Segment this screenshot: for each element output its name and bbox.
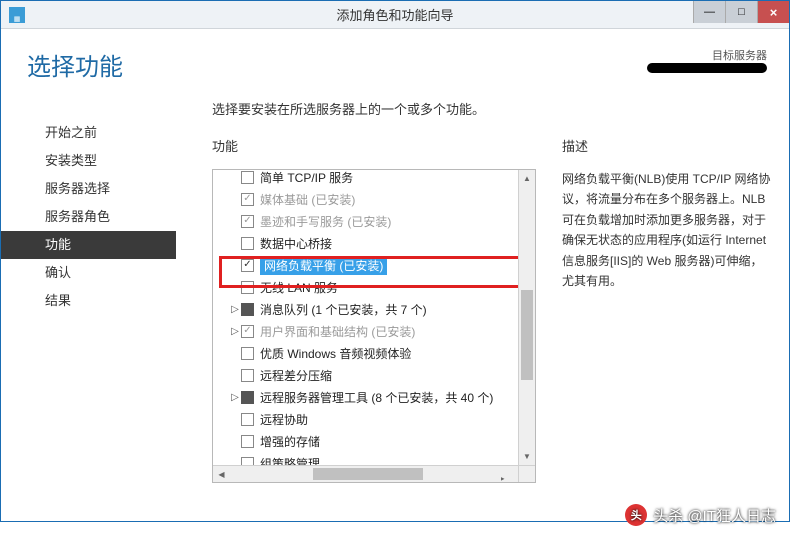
window-title: 添加角色和功能向导	[336, 5, 453, 24]
feature-label: 消息队列 (1 个已安装，共 7 个)	[260, 301, 427, 318]
vertical-scrollbar[interactable]: ▲ ▼	[518, 170, 535, 465]
expander-icon[interactable]: ▷	[229, 392, 241, 403]
feature-row[interactable]: 墨迹和手写服务 (已安装)	[217, 210, 531, 232]
expander-icon[interactable]: ▷	[229, 304, 241, 315]
minimize-button[interactable]: —	[693, 1, 725, 23]
feature-label: 优质 Windows 音频视频体验	[260, 345, 411, 362]
target-server-name-redacted	[647, 63, 767, 73]
expander-icon[interactable]: ▷	[229, 326, 241, 337]
feature-label: 网络负载平衡 (已安装)	[260, 256, 387, 275]
vertical-scroll-thumb[interactable]	[521, 290, 533, 380]
feature-checkbox[interactable]	[241, 325, 254, 338]
feature-row[interactable]: 数据中心桥接	[217, 232, 531, 254]
feature-label: 远程服务器管理工具 (8 个已安装，共 40 个)	[260, 389, 493, 406]
feature-checkbox[interactable]	[241, 391, 254, 404]
scroll-corner	[518, 465, 535, 482]
feature-label: 数据中心桥接	[260, 235, 332, 252]
close-button[interactable]: ×	[757, 1, 789, 23]
app-icon: ▦	[9, 7, 25, 23]
feature-label: 远程差分压缩	[260, 367, 332, 384]
target-server-label: 目标服务器	[647, 47, 767, 63]
sidebar-item-results[interactable]: 结果	[1, 287, 176, 315]
feature-label: 简单 TCP/IP 服务	[260, 169, 353, 186]
feature-row[interactable]: 简单 TCP/IP 服务	[217, 169, 531, 188]
feature-checkbox[interactable]	[241, 171, 254, 184]
sidebar-item-before-you-begin[interactable]: 开始之前	[1, 119, 176, 147]
feature-label: 增强的存储	[260, 433, 320, 450]
feature-checkbox[interactable]	[241, 369, 254, 382]
description-header: 描述	[562, 136, 773, 155]
horizontal-scrollbar[interactable]: ◀ ▶	[213, 465, 518, 482]
feature-row[interactable]: ▷ 用户界面和基础结构 (已安装)	[217, 320, 531, 342]
window-controls: — □ ×	[693, 1, 789, 23]
header-row: 选择功能 目标服务器	[1, 29, 789, 91]
sidebar-item-server-selection[interactable]: 服务器选择	[1, 175, 176, 203]
feature-checkbox[interactable]	[241, 237, 254, 250]
features-list: 简单 TCP/IP 服务媒体基础 (已安装) 墨迹和手写服务 (已安装) 数据中心桥…	[213, 169, 535, 476]
sidebar-item-installation-type[interactable]: 安装类型	[1, 147, 176, 175]
feature-checkbox[interactable]	[241, 193, 254, 206]
feature-checkbox[interactable]	[241, 259, 254, 272]
feature-label: 无线 LAN 服务	[260, 279, 338, 296]
feature-label: 墨迹和手写服务 (已安装)	[260, 213, 391, 230]
main: 开始之前 安装类型 服务器选择 服务器角色 功能 确认 结果 选择要安装在所选服…	[1, 91, 789, 521]
description-text: 网络负载平衡(NLB)使用 TCP/IP 网络协议，将流量分布在多个服务器上。N…	[562, 169, 773, 291]
right-panel: 选择要安装在所选服务器上的一个或多个功能。 功能 简单 TCP/IP 服务媒体基…	[176, 91, 789, 521]
feature-checkbox[interactable]	[241, 347, 254, 360]
feature-label: 远程协助	[260, 411, 308, 428]
feature-row[interactable]: 增强的存储	[217, 430, 531, 452]
scroll-right-arrow-icon[interactable]: ▶	[501, 466, 518, 482]
scroll-up-arrow-icon[interactable]: ▲	[519, 170, 535, 187]
description-column: 描述 网络负载平衡(NLB)使用 TCP/IP 网络协议，将流量分布在多个服务器…	[538, 136, 773, 521]
feature-row[interactable]: 远程协助	[217, 408, 531, 430]
feature-row[interactable]: ▷ 远程服务器管理工具 (8 个已安装，共 40 个)	[217, 386, 531, 408]
instruction-text: 选择要安装在所选服务器上的一个或多个功能。	[176, 99, 773, 118]
maximize-button[interactable]: □	[725, 1, 757, 23]
columns: 功能 简单 TCP/IP 服务媒体基础 (已安装) 墨迹和手写服务 (已安装) 数据…	[176, 136, 773, 521]
features-column: 功能 简单 TCP/IP 服务媒体基础 (已安装) 墨迹和手写服务 (已安装) 数据…	[212, 136, 538, 521]
titlebar: ▦ 添加角色和功能向导 — □ ×	[1, 1, 789, 29]
feature-row[interactable]: ▷ 消息队列 (1 个已安装，共 7 个)	[217, 298, 531, 320]
feature-row[interactable]: 无线 LAN 服务	[217, 276, 531, 298]
feature-checkbox[interactable]	[241, 413, 254, 426]
feature-checkbox[interactable]	[241, 215, 254, 228]
feature-row[interactable]: 远程差分压缩	[217, 364, 531, 386]
feature-row[interactable]: 网络负载平衡 (已安装)	[217, 254, 531, 276]
target-server-block: 目标服务器	[647, 47, 767, 76]
sidebar: 开始之前 安装类型 服务器选择 服务器角色 功能 确认 结果	[1, 91, 176, 521]
feature-label: 用户界面和基础结构 (已安装)	[260, 323, 415, 340]
feature-checkbox[interactable]	[241, 303, 254, 316]
horizontal-scroll-thumb[interactable]	[313, 468, 423, 480]
scroll-down-arrow-icon[interactable]: ▼	[519, 448, 535, 465]
features-listbox: 简单 TCP/IP 服务媒体基础 (已安装) 墨迹和手写服务 (已安装) 数据中心桥…	[212, 169, 536, 483]
scroll-left-arrow-icon[interactable]: ◀	[213, 466, 230, 482]
sidebar-item-server-roles[interactable]: 服务器角色	[1, 203, 176, 231]
feature-row[interactable]: 优质 Windows 音频视频体验	[217, 342, 531, 364]
features-header: 功能	[212, 136, 538, 155]
page-title: 选择功能	[27, 47, 123, 82]
feature-label: 媒体基础 (已安装)	[260, 191, 355, 208]
sidebar-item-features[interactable]: 功能	[1, 231, 176, 259]
wizard-window: ▦ 添加角色和功能向导 — □ × 选择功能 目标服务器 开始之前 安装类型 服…	[0, 0, 790, 522]
feature-checkbox[interactable]	[241, 281, 254, 294]
content: 选择功能 目标服务器 开始之前 安装类型 服务器选择 服务器角色 功能 确认 结…	[1, 29, 789, 521]
sidebar-item-confirmation[interactable]: 确认	[1, 259, 176, 287]
feature-checkbox[interactable]	[241, 435, 254, 448]
feature-row[interactable]: 媒体基础 (已安装)	[217, 188, 531, 210]
